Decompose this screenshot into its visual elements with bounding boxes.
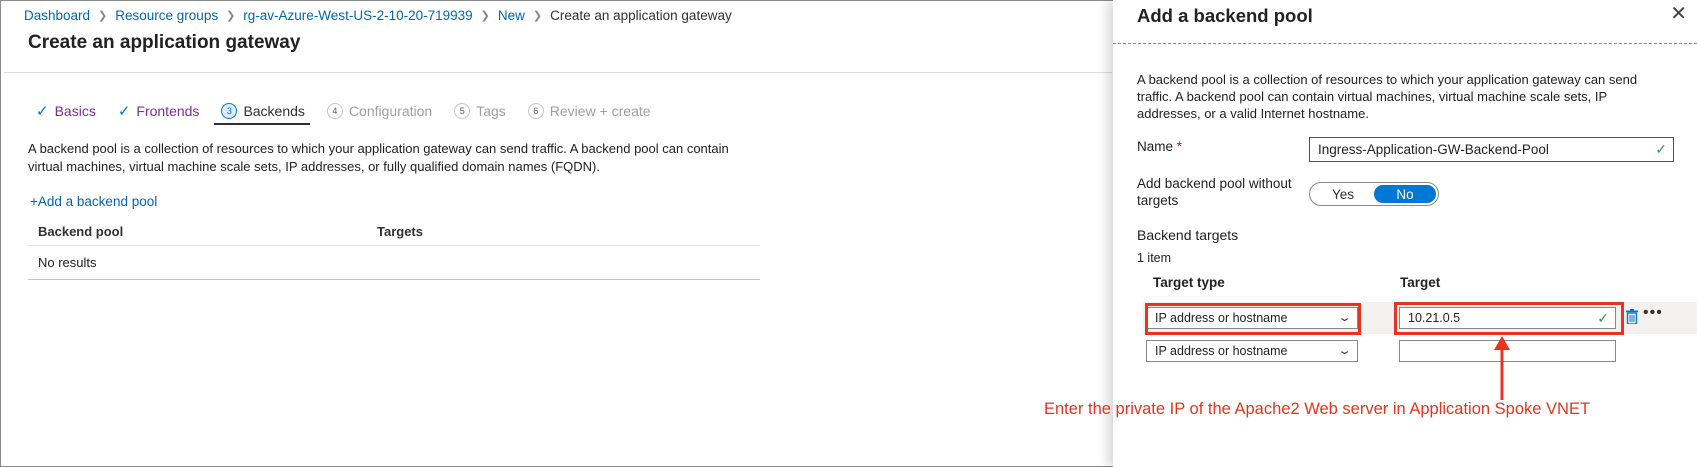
backends-description: A backend pool is a collection of resour… <box>28 141 729 174</box>
checkmark-icon: ✓ <box>117 103 131 120</box>
table-header: Backend pool Targets <box>28 218 760 246</box>
wizard-tabs: ✓ Basics ✓ Frontends 3 Backends 4 Config… <box>36 100 673 126</box>
breadcrumb-resource-group[interactable]: rg-av-Azure-West-US-2-10-20-719939 <box>243 8 472 23</box>
blade-description: A backend pool is a collection of resour… <box>1137 72 1638 121</box>
valid-check-icon: ✓ <box>1655 141 1667 157</box>
target-type-value: IP address or hostname <box>1155 344 1288 358</box>
column-header-targets: Targets <box>377 224 423 239</box>
annotation-arrow <box>1494 336 1510 400</box>
step-number-badge: 4 <box>326 103 343 119</box>
active-tab-indicator <box>214 123 310 125</box>
tab-label: Backends <box>243 103 305 119</box>
blade-divider <box>1113 43 1697 44</box>
column-header-backend-pool: Backend pool <box>38 224 124 239</box>
target-type-dropdown-empty-row[interactable]: IP address or hostname ⌄ <box>1146 340 1358 362</box>
tab-tags[interactable]: 5 Tags <box>454 100 506 122</box>
close-icon[interactable]: ✕ <box>1670 4 1687 24</box>
more-options-icon[interactable]: ••• <box>1643 304 1663 322</box>
tab-review-create[interactable]: 6 Review + create <box>527 100 651 122</box>
tab-label: Tags <box>476 103 506 119</box>
chevron-right-icon: ❯ <box>98 9 108 22</box>
add-backend-pool-blade: Add a backend pool ✕ A backend pool is a… <box>1113 0 1697 467</box>
targets-count: 1 item <box>1137 251 1172 265</box>
chevron-right-icon: ❯ <box>532 9 543 22</box>
backend-targets-heading: Backend targets <box>1137 227 1239 243</box>
toggle-no[interactable]: No <box>1374 185 1436 203</box>
delete-icon[interactable] <box>1626 309 1638 324</box>
empty-row: No results <box>28 246 760 280</box>
toggle-yes[interactable]: Yes <box>1312 185 1374 203</box>
chevron-right-icon: ❯ <box>480 9 490 22</box>
column-header-target-type: Target type <box>1153 275 1225 290</box>
tab-label: Basics <box>54 103 96 119</box>
tab-frontends[interactable]: ✓ Frontends <box>118 100 200 122</box>
name-input[interactable]: Ingress-Application-GW-Backend-Pool ✓ <box>1309 137 1674 162</box>
without-targets-label: Add backend pool without targets <box>1137 176 1292 208</box>
tab-basics[interactable]: ✓ Basics <box>36 100 96 122</box>
tab-configuration[interactable]: 4 Configuration <box>326 100 433 122</box>
step-number-badge: 5 <box>454 103 471 119</box>
breadcrumb-resource-groups[interactable]: Resource groups <box>115 8 218 23</box>
step-number-badge: 3 <box>221 103 238 119</box>
breadcrumb-current: Create an application gateway <box>550 7 732 23</box>
highlight-box-target <box>1394 302 1624 335</box>
divider <box>4 72 1112 73</box>
column-header-target: Target <box>1400 275 1441 290</box>
breadcrumb-new[interactable]: New <box>498 8 525 23</box>
add-backend-pool-link[interactable]: +Add a backend pool <box>30 194 157 209</box>
page-title: Create an application gateway <box>28 32 301 53</box>
breadcrumb-dashboard[interactable]: Dashboard <box>24 8 90 23</box>
highlight-box-target-type <box>1145 303 1361 335</box>
name-label: Name * <box>1137 139 1182 154</box>
required-marker: * <box>1176 139 1183 154</box>
annotation-text: Enter the private IP of the Apache2 Web … <box>1044 400 1591 418</box>
tab-backends[interactable]: 3 Backends <box>221 100 305 122</box>
checkmark-icon: ✓ <box>36 103 49 120</box>
backend-pool-table: Backend pool Targets No results <box>28 218 760 280</box>
name-input-value: Ingress-Application-GW-Backend-Pool <box>1318 142 1549 157</box>
chevron-right-icon: ❯ <box>226 9 236 22</box>
breadcrumb: Dashboard ❯ Resource groups ❯ rg-av-Azur… <box>24 5 732 25</box>
name-label-text: Name <box>1137 139 1174 154</box>
tab-label: Frontends <box>136 103 200 119</box>
tab-label: Configuration <box>348 103 433 119</box>
without-targets-toggle[interactable]: Yes No <box>1309 182 1439 206</box>
tab-label: Review + create <box>549 103 651 119</box>
chevron-down-icon: ⌄ <box>1337 345 1352 357</box>
blade-title: Add a backend pool <box>1137 5 1313 26</box>
step-number-badge: 6 <box>527 103 544 119</box>
